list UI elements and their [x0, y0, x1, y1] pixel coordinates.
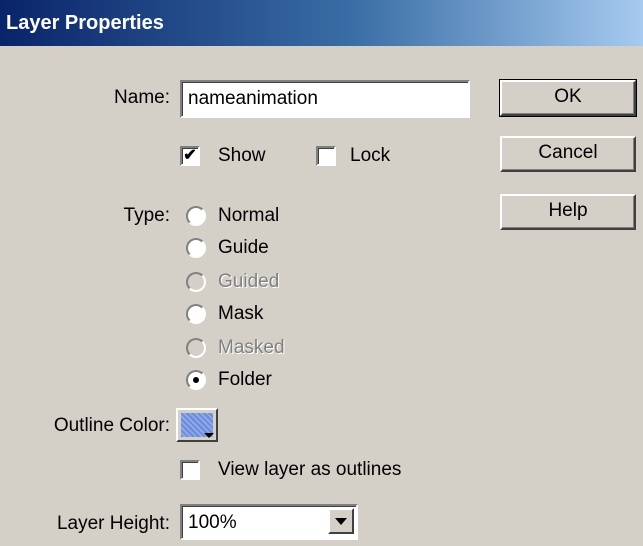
option-normal-label: Normal	[218, 205, 280, 226]
lock-label: Lock	[350, 145, 391, 166]
ok-button[interactable]: OK	[499, 79, 637, 117]
option-guided-label: Guided	[218, 271, 280, 292]
title-bar: Layer Properties	[0, 0, 643, 46]
view-outlines-checkbox[interactable]	[180, 460, 200, 480]
name-label: Name:	[114, 87, 170, 108]
option-folder-label: Folder	[218, 369, 272, 390]
help-button[interactable]: Help	[500, 194, 636, 230]
option-guide-label: Guide	[218, 237, 269, 258]
show-checkbox[interactable]: ✔	[180, 146, 200, 166]
option-mask-label: Mask	[218, 303, 264, 324]
view-outlines-label: View layer as outlines	[218, 459, 402, 480]
type-label: Type:	[123, 205, 170, 226]
radio-normal[interactable]	[186, 206, 206, 226]
radio-selected-dot	[193, 377, 199, 383]
radio-guided	[186, 272, 206, 292]
radio-folder[interactable]	[186, 370, 206, 390]
radio-masked	[186, 338, 206, 358]
radio-mask[interactable]	[186, 304, 206, 324]
lock-checkbox[interactable]	[316, 146, 336, 166]
checkmark-icon: ✔	[183, 147, 197, 164]
outline-color-swatch[interactable]	[176, 408, 218, 442]
outline-color-label: Outline Color:	[53, 415, 170, 436]
radio-guide[interactable]	[186, 238, 206, 258]
layer-height-label: Layer Height:	[56, 513, 170, 534]
name-field[interactable]: nameanimation	[180, 80, 470, 118]
chevron-down-icon	[335, 518, 347, 525]
window-title: Layer Properties	[6, 12, 164, 34]
dropdown-arrow-icon	[204, 433, 214, 438]
layer-height-select[interactable]: 100%	[180, 504, 358, 540]
layer-height-dropdown-button[interactable]	[328, 508, 354, 534]
show-label: Show	[218, 145, 266, 166]
cancel-button[interactable]: Cancel	[500, 136, 636, 172]
layer-height-value: 100%	[188, 512, 237, 533]
option-masked-label: Masked	[218, 337, 285, 358]
